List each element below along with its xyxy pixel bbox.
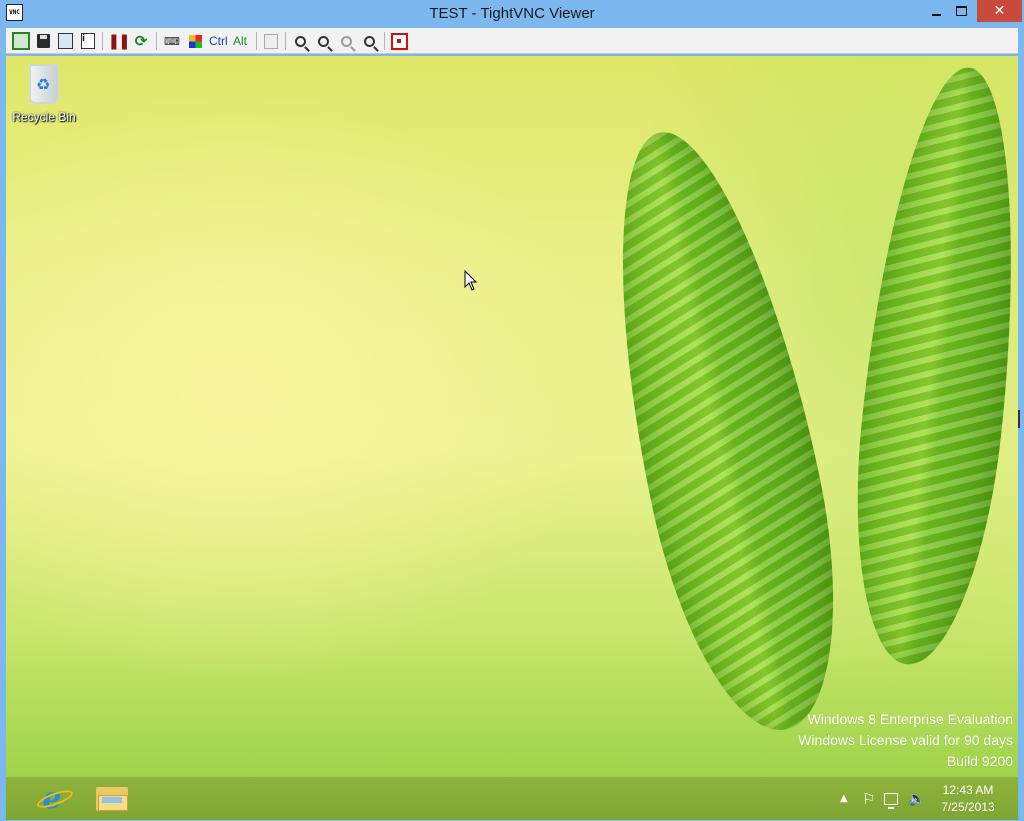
transfer-clipboard-button[interactable]	[262, 32, 280, 50]
full-screen-button[interactable]	[390, 32, 408, 50]
internet-explorer-taskbar-button[interactable]: e	[34, 780, 70, 816]
recycle-bin-icon	[29, 64, 59, 104]
show-hidden-icons-button[interactable]: ▲	[840, 777, 848, 820]
zoom-out-icon	[317, 35, 329, 47]
refresh-screen-button[interactable]: ⟳	[132, 32, 150, 50]
ie-icon: e	[42, 780, 62, 816]
windows-key-icon	[188, 34, 202, 48]
toolbar-separator	[384, 32, 385, 50]
ctrl-key-button[interactable]: Ctrl	[209, 32, 228, 50]
window-title: TEST - TightVNC Viewer	[429, 5, 595, 22]
save-session-button[interactable]	[34, 32, 52, 50]
zoom-in-icon	[294, 35, 306, 47]
zoom-actual-icon	[340, 35, 352, 47]
refresh-icon: ⟳	[134, 32, 148, 50]
windows-edition-watermark: Windows 8 Enterprise Evaluation Windows …	[798, 709, 1013, 772]
options-icon	[57, 33, 73, 49]
title-bar[interactable]: VNC TEST - TightVNC Viewer ✕	[0, 0, 1024, 28]
mouse-cursor-icon	[464, 270, 478, 291]
minimize-button[interactable]	[924, 0, 948, 22]
zoom-fit-icon	[363, 35, 375, 47]
watermark-edition: Windows 8 Enterprise Evaluation	[807, 711, 1013, 727]
connection-options-button[interactable]	[56, 32, 74, 50]
toolbar-separator	[102, 32, 103, 50]
action-center-flag-icon[interactable]: ⚐	[862, 777, 875, 820]
fullscreen-icon	[390, 32, 408, 50]
recycle-bin-label: Recycle Bin	[12, 110, 76, 124]
close-button[interactable]: ✕	[977, 0, 1022, 22]
volume-icon[interactable]: 🔈	[908, 777, 925, 820]
toolbar-separator	[285, 32, 286, 50]
connection-icon	[12, 32, 30, 50]
clipboard-icon	[264, 33, 278, 49]
send-ctrl-alt-del-button[interactable]: ⌨	[163, 32, 181, 50]
info-icon: i	[81, 33, 95, 49]
vnc-toolbar: i ❚❚ ⟳ ⌨ Ctrl Alt	[6, 28, 1018, 54]
remote-desktop[interactable]: Recycle Bin Windows 8 Enterprise Evaluat…	[6, 56, 1018, 776]
file-explorer-taskbar-button[interactable]	[96, 783, 130, 813]
zoom-100-button[interactable]	[337, 32, 355, 50]
clock-date: 7/25/2013	[941, 800, 995, 814]
resize-grip[interactable]	[1018, 410, 1020, 428]
send-win-key-button[interactable]	[186, 32, 204, 50]
zoom-out-button[interactable]	[314, 32, 332, 50]
network-icon[interactable]	[884, 777, 898, 820]
zoom-in-button[interactable]	[291, 32, 309, 50]
new-connection-button[interactable]	[12, 32, 30, 50]
pause-button[interactable]: ❚❚	[107, 32, 130, 50]
system-clock[interactable]: 12:43 AM 7/25/2013	[928, 782, 1008, 816]
toolbar-separator	[156, 32, 157, 50]
alt-key-button[interactable]: Alt	[233, 32, 247, 50]
watermark-license: Windows License valid for 90 days	[798, 732, 1013, 748]
network-monitor-icon	[884, 792, 898, 809]
clock-time: 12:43 AM	[942, 783, 994, 797]
watermark-build: Build 9200	[946, 753, 1013, 769]
toolbar-separator	[256, 32, 257, 50]
minimize-icon	[931, 14, 941, 16]
save-icon	[36, 34, 50, 48]
maximize-button[interactable]	[948, 0, 974, 22]
maximize-icon	[955, 6, 967, 16]
connection-info-button[interactable]: i	[79, 32, 97, 50]
taskbar: e ▲ ⚐ 🔈 12:43 AM 7/25/2013	[6, 776, 1018, 820]
folder-icon-tab	[102, 797, 122, 803]
pause-icon: ❚❚	[107, 32, 130, 50]
ctrl-alt-del-icon: ⌨	[164, 34, 180, 48]
zoom-fit-button[interactable]	[360, 32, 378, 50]
recycle-bin-shortcut[interactable]: Recycle Bin	[12, 64, 76, 124]
